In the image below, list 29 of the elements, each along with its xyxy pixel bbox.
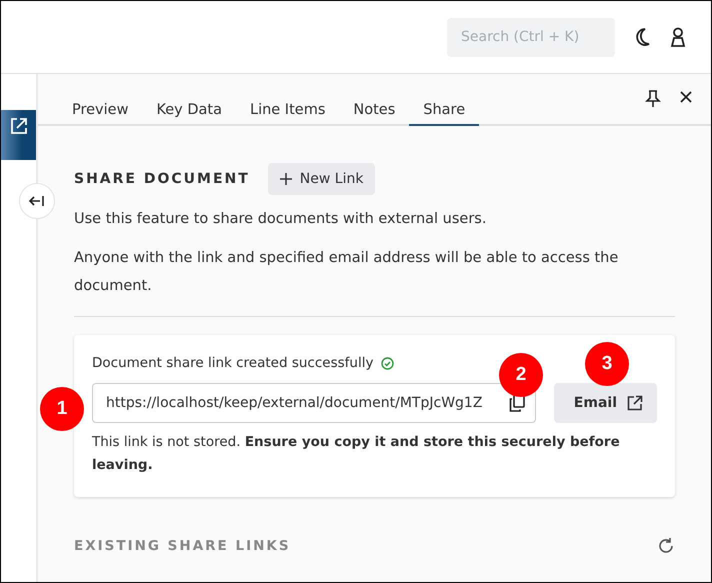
tab[interactable]: Line Items <box>236 102 340 126</box>
share-side-tab[interactable] <box>1 110 36 160</box>
user-icon[interactable] <box>669 27 687 47</box>
section-heading: EXISTING SHARE LINKS <box>74 538 291 554</box>
check-circle-icon <box>381 356 394 370</box>
warning-note: This link is not stored. Ensure you copy it and store this securely before leaving. <box>92 433 621 475</box>
moon-icon[interactable] <box>633 27 651 47</box>
email-button[interactable]: Email <box>554 383 657 423</box>
plus-icon <box>280 173 292 185</box>
status-message: Document share link created successfully <box>92 355 374 371</box>
tab[interactable]: Preview <box>58 102 142 126</box>
new-link-button[interactable]: New Link <box>268 163 376 195</box>
tab[interactable]: Share <box>409 102 480 126</box>
annotation-marker: 3 <box>585 342 629 386</box>
refresh-icon[interactable] <box>657 537 675 555</box>
annotation-marker: 1 <box>40 387 84 431</box>
external-link-icon <box>627 395 643 411</box>
section-heading: SHARE DOCUMENT <box>74 171 250 187</box>
description-text: Anyone with the link and specified email address will be able to access the document. <box>74 249 620 296</box>
search-field[interactable]: Search (Ctrl + K) <box>447 18 615 56</box>
tab[interactable]: Key Data <box>142 102 236 126</box>
annotation-marker: 2 <box>499 353 543 397</box>
arrow-left-bar-icon <box>28 194 46 208</box>
pin-icon[interactable] <box>645 90 661 108</box>
external-link-icon <box>8 116 28 136</box>
description-text: Use this feature to share documents with external users. <box>74 210 488 229</box>
link-field[interactable]: https://localhost/keep/external/document/MTpJcWg1Z <box>92 383 536 423</box>
close-icon[interactable] <box>679 90 693 104</box>
tab[interactable]: Notes <box>339 102 410 126</box>
